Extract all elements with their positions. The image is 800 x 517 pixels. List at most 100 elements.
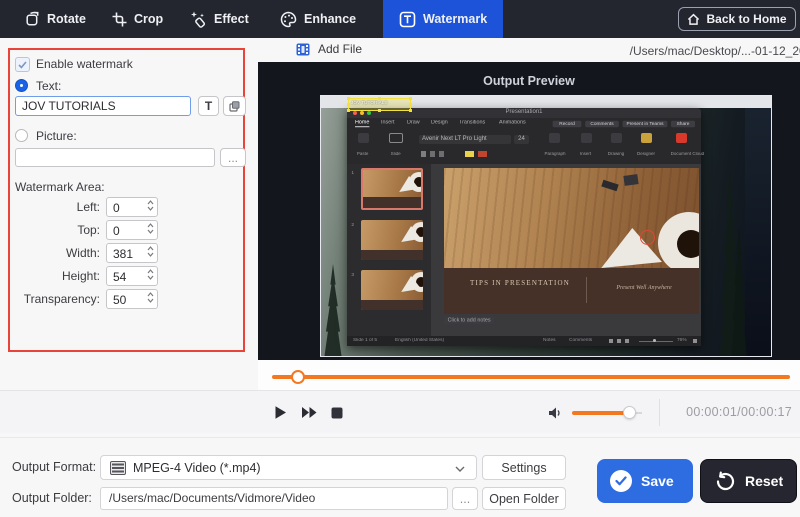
play-button[interactable] [274,391,287,434]
settings-button[interactable]: Settings [482,455,566,480]
stop-button[interactable] [331,391,343,434]
ppt-tab-insert: Insert [381,120,395,126]
slide-thumbnail-1 [361,168,423,210]
forest-background-right [745,96,771,356]
thumb-number-2: 2 [351,222,355,228]
resize-handle[interactable] [347,103,350,106]
slideshow-icon [625,339,629,343]
mpeg-format-icon [110,461,126,475]
height-stepper-arrows[interactable] [147,269,154,280]
transparency-field-label: Transparency: [23,292,100,306]
effect-icon [191,11,206,28]
open-folder-button[interactable]: Open Folder [482,487,566,510]
thumb-title-band [363,197,421,208]
current-file-path: /Users/mac/Desktop/...-01-12_20-12-58.mo… [629,44,800,58]
highlight-color-icon [465,151,474,157]
tab-effect[interactable]: Effect [190,0,249,38]
watermark-selection-box[interactable]: JOV TUTORIALS [347,97,412,112]
text-radio[interactable] [15,79,28,92]
enable-watermark-checkbox[interactable] [15,57,30,72]
red-circle-annotation [640,230,655,245]
watermark-text-input[interactable]: JOV TUTORIALS [15,96,191,116]
fit-slide-icon [693,339,697,343]
resize-handle[interactable] [409,103,412,106]
tab-effect-label: Effect [214,12,249,26]
ppt-status-notes: Notes [543,337,556,343]
resize-handle[interactable] [409,109,412,112]
document-cloud-icon [675,133,687,143]
fast-forward-button[interactable] [301,391,318,434]
transparency-stepper[interactable]: 50 [106,289,158,309]
reset-button[interactable]: Reset [700,459,797,503]
left-stepper[interactable]: 0 [106,197,158,217]
browse-folder-button[interactable]: ... [452,487,478,510]
progress-handle[interactable] [291,370,305,384]
ppt-language: English (United States) [395,337,445,343]
output-format-dropdown[interactable]: MPEG-4 Video (*.mp4) [100,455,477,480]
ppt-body: 1 2 3 TIPS IN PRESENTATION Present Well … [347,164,701,336]
output-folder-input[interactable]: /Users/mac/Documents/Vidmore/Video [100,487,448,510]
add-file-button[interactable]: Add File [296,42,362,56]
ppt-zoom-level: 76% [677,337,687,343]
watermark-overlay-text: JOV TUTORIALS [351,101,388,106]
paste-label: Paste [357,152,369,157]
ppt-zoom-slider [639,340,673,342]
transparency-stepper-arrows[interactable] [147,292,154,303]
video-frame[interactable]: Presentation1 Home Insert Draw Design Tr… [320,95,772,357]
ppt-tab-design-: Design [431,120,448,126]
height-stepper[interactable]: 54 [106,266,158,286]
ppt-comments-button: Comments [585,120,619,127]
ppt-drawing-group: Drawing [603,133,629,161]
slide-title-band: TIPS IN PRESENTATION Present Well Anywhe… [444,268,699,314]
picture-path-input[interactable] [15,148,215,167]
ppt-slide-group: Slide [383,133,409,161]
thumb-number-1: 1 [351,170,355,176]
resize-handle[interactable] [378,109,381,112]
powerpoint-window: Presentation1 Home Insert Draw Design Tr… [347,108,704,346]
slide-subtitle-text: Present Well Anywhere [616,285,672,291]
resize-handle[interactable] [409,97,412,100]
width-field-label: Width: [65,246,100,260]
tab-rotate[interactable]: Rotate [24,0,86,38]
drawing-label: Drawing [607,152,625,157]
fast-forward-icon [302,407,317,418]
text-color-button[interactable] [223,96,246,116]
resize-handle[interactable] [378,97,381,100]
picture-radio[interactable] [15,129,28,142]
ppt-tab-draw: Draw [407,120,420,126]
tab-enhance[interactable]: Enhance [280,0,356,38]
watermark-area-label: Watermark Area: [15,180,105,194]
save-button[interactable]: Save [597,459,693,503]
progress-bar[interactable] [272,375,790,379]
tab-watermark[interactable]: Watermark [383,0,504,38]
top-stepper[interactable]: 0 [106,220,158,240]
resize-handle[interactable] [347,97,350,100]
ppt-present-in-teams-button: Present in Teams [622,120,668,127]
slide-title-divider [586,277,587,303]
ppt-record-button: Record [552,120,582,127]
top-stepper-arrows[interactable] [147,223,154,234]
width-stepper[interactable]: 381 [106,243,158,263]
width-stepper-arrows[interactable] [147,246,154,257]
insert-icon [580,133,592,143]
ppt-font-name-box: Avenir Next LT Pro Light [419,135,511,144]
bold-mark-icon [421,151,426,157]
volume-handle[interactable] [623,406,636,419]
resize-handle[interactable] [347,109,350,112]
browse-picture-button[interactable]: ... [220,148,246,167]
add-file-label: Add File [318,42,363,56]
app-window: Rotate Crop Effect Enhance Watermark Bac… [0,0,800,517]
picture-radio-label: Picture: [36,129,77,143]
top-field-label: Top: [77,223,100,237]
ppt-zoom-slider-handle [653,339,656,342]
font-button[interactable]: T [198,96,219,116]
player-divider [659,399,660,426]
new-slide-icon [389,133,403,143]
output-format-label: Output Format: [12,460,97,474]
tab-crop[interactable]: Crop [112,0,163,38]
paragraph-label: Paragraph [544,152,566,157]
volume-button[interactable] [548,391,563,434]
back-to-home-button[interactable]: Back to Home [678,7,796,31]
left-stepper-arrows[interactable] [147,200,154,211]
width-value: 381 [113,247,134,261]
